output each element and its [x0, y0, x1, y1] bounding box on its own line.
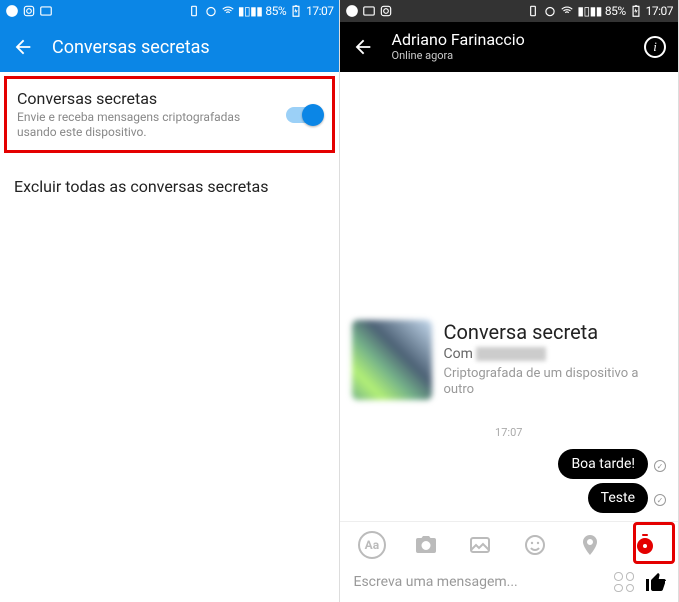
wifi-icon [560, 4, 574, 18]
battery-icon [289, 4, 303, 18]
signal-icon: ▮▯▮▮ [577, 4, 601, 18]
chat-scroll[interactable]: Conversa secreta Com Criptografada de um… [340, 72, 679, 521]
signal-icon: ▮▯▮▮ [238, 4, 262, 18]
toggle-title: Conversas secretas [17, 89, 276, 108]
message-bubble[interactable]: Boa tarde! [558, 449, 648, 479]
telegram-status-icon [5, 4, 19, 18]
location-button[interactable] [575, 530, 605, 560]
time-divider: 17:07 [352, 426, 667, 439]
intro-heading: Conversa secreta [444, 320, 667, 344]
page-title: Conversas secretas [52, 37, 210, 58]
message-input[interactable]: Escreva uma mensagem... [354, 574, 605, 590]
alarm-icon [543, 4, 557, 18]
chat-body: Conversa secreta Com Criptografada de um… [340, 72, 679, 602]
info-icon[interactable]: i [644, 36, 666, 58]
clock: 17:07 [306, 4, 333, 18]
telegram-status-icon [345, 4, 359, 18]
settings-body: Conversas secretas Envie e receba mensag… [0, 72, 339, 602]
secret-conversations-toggle-row[interactable]: Conversas secretas Envie e receba mensag… [4, 76, 335, 153]
chat-app-bar: Adriano Farinaccio Online agora i [340, 22, 679, 72]
contact-name[interactable]: Adriano Farinaccio [392, 31, 627, 49]
chat-screen: ▮▯▮▮ 85% 17:07 Adriano Farinaccio Online… [340, 0, 679, 602]
like-button[interactable] [644, 570, 668, 594]
clock: 17:07 [646, 4, 673, 18]
wifi-icon [221, 4, 235, 18]
compose-toolbar: Aa [340, 521, 679, 566]
toggle-description: Envie e receba mensagens criptografadas … [17, 110, 276, 140]
instagram-status-icon [379, 4, 393, 18]
toggle-switch[interactable] [286, 107, 322, 123]
message-row: Boa tarde! ✓ [352, 449, 667, 483]
presence-status: Online agora [392, 50, 627, 63]
emoji-button[interactable] [520, 530, 550, 560]
status-bar: ▮▯▮▮ 85% 17:07 [340, 0, 679, 22]
vibrate-icon [526, 4, 540, 18]
status-bar: ▮▯▮▮ 85% 17:07 [0, 0, 339, 22]
intro-description: Criptografada de um dispositivo a outro [444, 366, 667, 399]
delete-all-button[interactable]: Excluir todas as conversas secretas [0, 163, 339, 210]
avatar [352, 320, 432, 400]
gallery-button[interactable] [465, 530, 495, 560]
battery-percent: 85% [605, 4, 626, 18]
vibrate-icon [187, 4, 201, 18]
message-bubble[interactable]: Teste [588, 483, 648, 513]
intro-with-line: Com [444, 346, 667, 362]
camera-button[interactable] [411, 530, 441, 560]
receipt-icon: ✓ [654, 460, 666, 472]
text-style-button[interactable]: Aa [358, 531, 386, 559]
image-status-icon [39, 4, 53, 18]
secret-chat-intro: Conversa secreta Com Criptografada de um… [352, 320, 667, 400]
battery-percent: 85% [265, 4, 286, 18]
back-arrow-icon[interactable] [12, 36, 34, 58]
settings-screen: ▮▯▮▮ 85% 17:07 Conversas secretas Conver… [0, 0, 340, 602]
apps-icon[interactable] [614, 572, 634, 592]
compose-row: Escreva uma mensagem... [340, 566, 679, 602]
app-bar: Conversas secretas [0, 22, 339, 72]
battery-icon [629, 4, 643, 18]
redacted-name [476, 347, 546, 361]
image-status-icon [362, 4, 376, 18]
alarm-icon [204, 4, 218, 18]
receipt-icon: ✓ [654, 494, 666, 506]
instagram-status-icon [22, 4, 36, 18]
timer-button[interactable] [630, 530, 660, 560]
back-arrow-icon[interactable] [352, 36, 374, 58]
message-row: Teste ✓ [352, 483, 667, 517]
